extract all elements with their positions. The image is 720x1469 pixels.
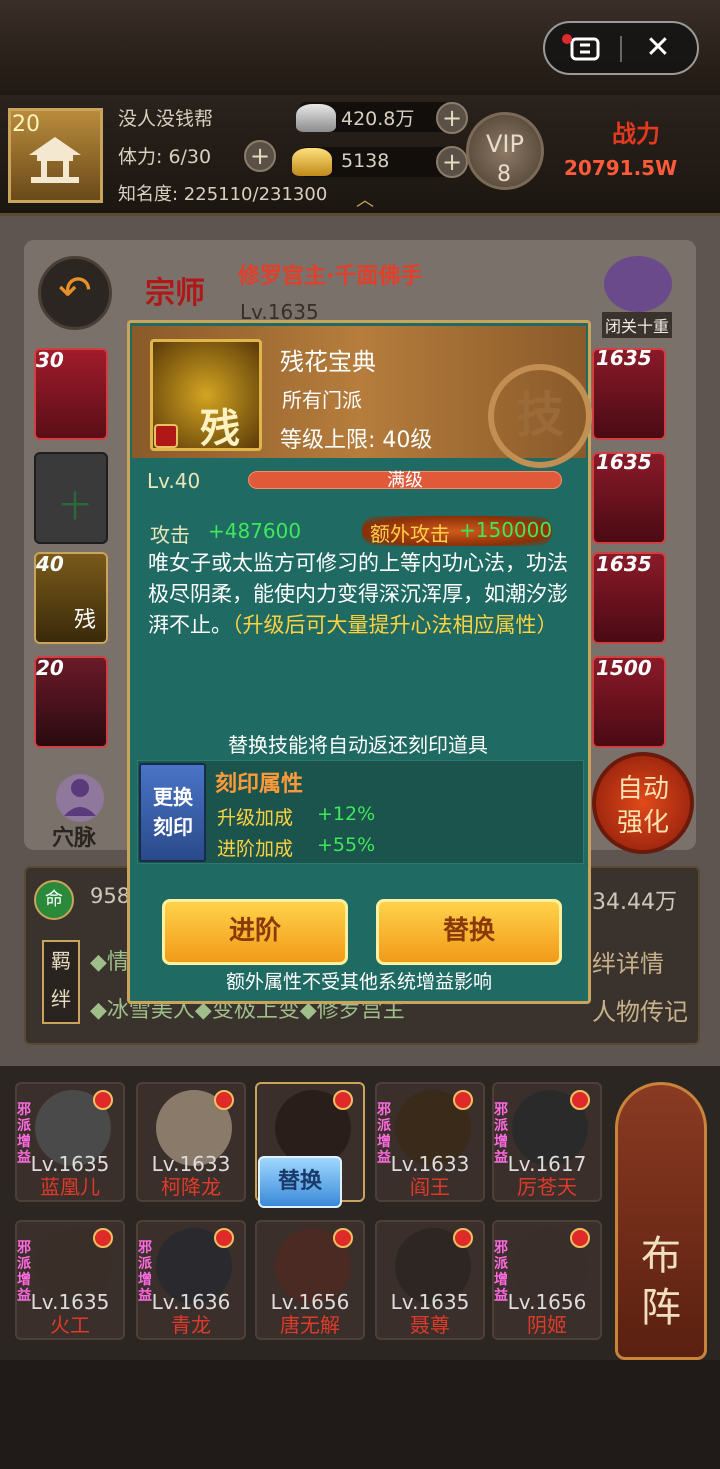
- skill-level: Lv.40: [147, 469, 201, 493]
- hero-name: 厉苍天: [517, 1175, 577, 1199]
- auto-enhance-label: 自动强化: [616, 774, 669, 838]
- equip-level: 1635: [596, 552, 652, 576]
- hero-card[interactable]: Lv.1656 唐无解: [255, 1220, 365, 1340]
- attack-value: +487600: [208, 519, 302, 543]
- equip-level: 1635: [596, 450, 652, 474]
- silver-amount: 420.8万: [341, 108, 415, 130]
- slot-level: 20: [36, 656, 64, 680]
- hero-card[interactable]: Lv.1635 聂尊: [375, 1220, 485, 1340]
- advance-button[interactable]: 进阶: [162, 899, 348, 965]
- player-level: 20: [12, 112, 40, 137]
- gold-ingot-icon: [292, 148, 332, 176]
- hero-card[interactable]: 邪派增益 Lv.1656 阴姬: [492, 1220, 602, 1340]
- vip-label: VIP: [486, 130, 524, 158]
- capsule-divider: [620, 36, 622, 62]
- roster-footer: [0, 1360, 720, 1469]
- gold-amount: 5138: [341, 150, 390, 172]
- slot-char: 残: [74, 608, 97, 633]
- vip-level: 8: [497, 162, 511, 187]
- red-dot-icon: [333, 1090, 353, 1110]
- hero-card[interactable]: 邪派增益 Lv.1636 青龙: [136, 1220, 246, 1340]
- auto-enhance-button[interactable]: 自动强化: [592, 752, 694, 854]
- close-icon[interactable]: ✕: [640, 30, 676, 66]
- change-engrave-label: 更换刻印: [153, 785, 193, 839]
- skill-description: 唯女子或太监方可修习的上等内功心法，功法极尽阴柔，能使内力变得深沉浑厚，如潮汐澎…: [148, 548, 578, 641]
- extra-attack-value: +150000: [459, 518, 553, 542]
- skill-emblem: 技: [488, 364, 592, 468]
- red-dot-icon: [333, 1228, 353, 1248]
- hero-power-value: 34.44万: [592, 890, 677, 915]
- slot-level: 30: [36, 348, 64, 372]
- hero-name: 唐无解: [280, 1313, 340, 1337]
- guild-name: 没人没钱帮: [118, 108, 214, 130]
- skill-name: 残花宝典: [280, 348, 376, 376]
- red-dot-icon: [453, 1228, 473, 1248]
- upgrade-bonus-label: 升级加成: [217, 807, 294, 829]
- description-hint: （升级后可大量提升心法相应属性）: [232, 613, 558, 637]
- modal-footer-note: 额外属性不受其他系统增益影响: [225, 971, 492, 993]
- hero-name: 火工: [50, 1313, 90, 1337]
- advance-bonus-label: 进阶加成: [217, 838, 294, 860]
- attack-label: 攻击: [150, 523, 190, 547]
- hero-card[interactable]: 邪派增益 Lv.1635 火工: [15, 1220, 125, 1340]
- silver-ingot-icon: [296, 104, 336, 132]
- biography-link[interactable]: 人物传记: [592, 992, 688, 1027]
- hero-name: 蓝凰儿: [40, 1175, 100, 1199]
- red-dot-icon: [93, 1090, 113, 1110]
- hero-card[interactable]: Lv.1633 柯降龙: [136, 1082, 246, 1202]
- bond-row-1: ◆情: [90, 950, 129, 975]
- add-stamina-button[interactable]: +: [244, 140, 276, 172]
- slot-char: 十: [60, 490, 90, 525]
- hero-name: 聂尊: [410, 1313, 450, 1337]
- replace-notice: 替换技能将自动返还刻印道具: [228, 733, 488, 757]
- hero-title: 修罗宫主·千面佛手: [238, 264, 423, 289]
- red-dot-icon: [93, 1228, 113, 1248]
- life-icon: 命: [34, 880, 74, 920]
- chevron-up-icon[interactable]: ︿: [348, 186, 382, 211]
- life-value: 958: [90, 884, 131, 908]
- hero-name: 青龙: [171, 1313, 211, 1337]
- red-dot-icon: [570, 1090, 590, 1110]
- stamina-text: 体力: 6/30: [118, 146, 212, 168]
- combat-power-value: 20791.5W: [564, 156, 678, 180]
- formation-label: 布阵: [641, 1233, 681, 1331]
- engrave-title: 刻印属性: [215, 772, 304, 797]
- level-status: 满级: [387, 470, 423, 491]
- hero-card[interactable]: 邪派增益 Lv.1617 厉苍天: [492, 1082, 602, 1202]
- extra-attack-label: 额外攻击: [370, 522, 450, 546]
- retreat-label: 闭关十重: [602, 312, 673, 338]
- hero-name: 柯降龙: [161, 1175, 221, 1199]
- red-dot-icon: [453, 1090, 473, 1110]
- advance-bonus-value: +55%: [317, 834, 376, 856]
- fame-text: 知名度: 225110/231300: [118, 184, 328, 205]
- bond-label[interactable]: 羁绊: [42, 940, 80, 1024]
- upgrade-bonus-value: +12%: [317, 803, 376, 825]
- red-dot-icon: [214, 1090, 234, 1110]
- red-dot-icon: [570, 1228, 590, 1248]
- combat-power-label: 战力: [612, 120, 660, 148]
- hero-name: 阎王: [410, 1175, 450, 1199]
- retreat-icon[interactable]: [604, 256, 672, 312]
- level-cap: 等级上限: 40级: [280, 428, 433, 453]
- replace-button[interactable]: 替换: [376, 899, 562, 965]
- equip-level: 1500: [596, 656, 652, 680]
- hero-card[interactable]: 邪派增益 Lv.1633 阎王: [375, 1082, 485, 1202]
- skill-slot-2[interactable]: 十: [34, 452, 108, 544]
- skill-icon-char: 残: [200, 406, 240, 452]
- hero-name: 阴姬: [527, 1313, 567, 1337]
- slot-level: 40: [36, 552, 64, 576]
- equip-level: 1635: [596, 346, 652, 370]
- notification-dot: [562, 34, 572, 44]
- skill-sect: 所有门派: [282, 388, 362, 412]
- engrave-gem-icon: [154, 424, 178, 448]
- add-silver-button[interactable]: +: [436, 102, 468, 134]
- add-gold-button[interactable]: +: [436, 146, 468, 178]
- bond-detail-link[interactable]: 绊详情: [592, 944, 664, 979]
- acupoint-label: 穴脉: [52, 826, 97, 851]
- replace-hero-button[interactable]: 替换: [258, 1156, 342, 1208]
- hero-card[interactable]: 邪派增益 Lv.1635 蓝凰儿: [15, 1082, 125, 1202]
- red-dot-icon: [214, 1228, 234, 1248]
- rank-seal: 宗师: [145, 276, 205, 311]
- refresh-icon[interactable]: ↶: [38, 256, 112, 330]
